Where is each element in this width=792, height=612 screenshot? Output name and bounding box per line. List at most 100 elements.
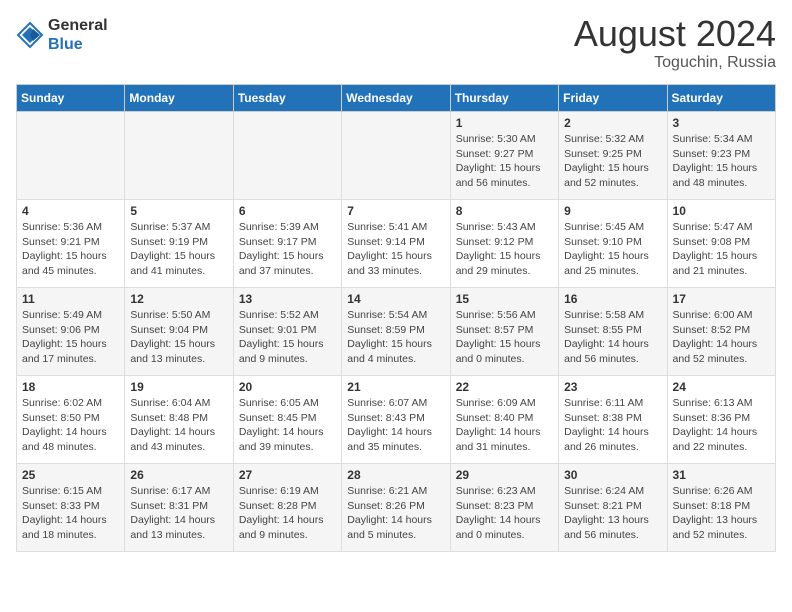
col-monday: Monday xyxy=(125,85,233,112)
day-info: Sunrise: 6:05 AMSunset: 8:45 PMDaylight:… xyxy=(239,396,336,455)
col-sunday: Sunday xyxy=(17,85,125,112)
day-info: Sunrise: 6:15 AMSunset: 8:33 PMDaylight:… xyxy=(22,484,119,543)
day-cell: 6Sunrise: 5:39 AMSunset: 9:17 PMDaylight… xyxy=(233,200,341,288)
calendar-header: Sunday Monday Tuesday Wednesday Thursday… xyxy=(17,85,776,112)
day-cell: 15 Sunrise: 5:56 AMSunset: 8:57 PMDayligh… xyxy=(450,288,558,376)
day-number: 6 xyxy=(239,204,336,218)
day-cell: 4 Sunrise: 5:36 AMSunset: 9:21 PMDaylight… xyxy=(17,200,125,288)
day-cell: 13 Sunrise: 5:52 AMSunset: 9:01 PMDayligh… xyxy=(233,288,341,376)
day-info: Sunrise: 6:02 AMSunset: 8:50 PMDaylight:… xyxy=(22,396,119,455)
day-info: Sunrise: 6:24 AMSunset: 8:21 PMDaylight:… xyxy=(564,484,661,543)
day-number: 20 xyxy=(239,380,336,394)
day-info: Sunrise: 5:43 AMSunset: 9:12 PMDaylight:… xyxy=(456,220,553,279)
day-cell: 9Sunrise: 5:45 AMSunset: 9:10 PMDaylight… xyxy=(559,200,667,288)
day-number: 11 xyxy=(22,292,119,306)
day-number: 16 xyxy=(564,292,661,306)
day-info: Sunrise: 6:07 AMSunset: 8:43 PMDaylight:… xyxy=(347,396,444,455)
day-cell: 3 Sunrise: 5:34 AMSunset: 9:23 PMDaylight… xyxy=(667,112,775,200)
day-number: 17 xyxy=(673,292,770,306)
day-number: 28 xyxy=(347,468,444,482)
day-cell xyxy=(17,112,125,200)
day-cell: 21Sunrise: 6:07 AMSunset: 8:43 PMDayligh… xyxy=(342,376,450,464)
col-thursday: Thursday xyxy=(450,85,558,112)
header-row: Sunday Monday Tuesday Wednesday Thursday… xyxy=(17,85,776,112)
day-cell: 1 Sunrise: 5:30 AMSunset: 9:27 PMDaylight… xyxy=(450,112,558,200)
day-info: Sunrise: 6:21 AMSunset: 8:26 PMDaylight:… xyxy=(347,484,444,543)
day-cell xyxy=(342,112,450,200)
day-cell: 19Sunrise: 6:04 AMSunset: 8:48 PMDayligh… xyxy=(125,376,233,464)
day-info: Sunrise: 5:56 AMSunset: 8:57 PMDaylight:… xyxy=(456,308,553,367)
day-cell: 20 Sunrise: 6:05 AMSunset: 8:45 PMDayligh… xyxy=(233,376,341,464)
day-number: 24 xyxy=(673,380,770,394)
day-cell: 22 Sunrise: 6:09 AMSunset: 8:40 PMDayligh… xyxy=(450,376,558,464)
day-info: Sunrise: 5:32 AMSunset: 9:25 PMDaylight:… xyxy=(564,132,661,191)
day-info: Sunrise: 5:41 AMSunset: 9:14 PMDaylight:… xyxy=(347,220,444,279)
day-number: 23 xyxy=(564,380,661,394)
day-cell: 14 Sunrise: 5:54 AMSunset: 8:59 PMDayligh… xyxy=(342,288,450,376)
day-cell: 27Sunrise: 6:19 AMSunset: 8:28 PMDayligh… xyxy=(233,464,341,552)
day-number: 8 xyxy=(456,204,553,218)
day-number: 3 xyxy=(673,116,770,130)
day-number: 12 xyxy=(130,292,227,306)
day-info: Sunrise: 5:34 AMSunset: 9:23 PMDaylight:… xyxy=(673,132,770,191)
day-cell: 18 Sunrise: 6:02 AMSunset: 8:50 PMDayligh… xyxy=(17,376,125,464)
day-info: Sunrise: 6:17 AMSunset: 8:31 PMDaylight:… xyxy=(130,484,227,543)
day-number: 30 xyxy=(564,468,661,482)
day-info: Sunrise: 5:58 AMSunset: 8:55 PMDaylight:… xyxy=(564,308,661,367)
day-info: Sunrise: 5:30 AMSunset: 9:27 PMDaylight:… xyxy=(456,132,553,191)
day-info: Sunrise: 6:09 AMSunset: 8:40 PMDaylight:… xyxy=(456,396,553,455)
day-info: Sunrise: 5:54 AMSunset: 8:59 PMDaylight:… xyxy=(347,308,444,367)
day-info: Sunrise: 6:19 AMSunset: 8:28 PMDaylight:… xyxy=(239,484,336,543)
day-info: Sunrise: 6:26 AMSunset: 8:18 PMDaylight:… xyxy=(673,484,770,543)
day-info: Sunrise: 5:52 AMSunset: 9:01 PMDaylight:… xyxy=(239,308,336,367)
day-number: 5 xyxy=(130,204,227,218)
logo-general: General xyxy=(48,17,108,34)
day-number: 22 xyxy=(456,380,553,394)
page-header: General Blue August 2024 Toguchin, Russi… xyxy=(16,16,776,72)
month-year: August 2024 xyxy=(574,16,776,52)
day-info: Sunrise: 6:00 AMSunset: 8:52 PMDaylight:… xyxy=(673,308,770,367)
day-info: Sunrise: 5:47 AMSunset: 9:08 PMDaylight:… xyxy=(673,220,770,279)
day-cell: 2 Sunrise: 5:32 AMSunset: 9:25 PMDaylight… xyxy=(559,112,667,200)
day-number: 4 xyxy=(22,204,119,218)
day-cell: 7Sunrise: 5:41 AMSunset: 9:14 PMDaylight… xyxy=(342,200,450,288)
day-number: 31 xyxy=(673,468,770,482)
week-row-4: 18 Sunrise: 6:02 AMSunset: 8:50 PMDayligh… xyxy=(17,376,776,464)
day-info: Sunrise: 6:04 AMSunset: 8:48 PMDaylight:… xyxy=(130,396,227,455)
day-info: Sunrise: 6:11 AMSunset: 8:38 PMDaylight:… xyxy=(564,396,661,455)
day-info: Sunrise: 5:45 AMSunset: 9:10 PMDaylight:… xyxy=(564,220,661,279)
calendar-body: 1 Sunrise: 5:30 AMSunset: 9:27 PMDaylight… xyxy=(17,112,776,552)
day-number: 1 xyxy=(456,116,553,130)
day-cell: 30 Sunrise: 6:24 AMSunset: 8:21 PMDayligh… xyxy=(559,464,667,552)
day-cell xyxy=(233,112,341,200)
day-cell: 8 Sunrise: 5:43 AMSunset: 9:12 PMDaylight… xyxy=(450,200,558,288)
col-tuesday: Tuesday xyxy=(233,85,341,112)
day-number: 29 xyxy=(456,468,553,482)
day-number: 2 xyxy=(564,116,661,130)
day-cell: 26 Sunrise: 6:17 AMSunset: 8:31 PMDayligh… xyxy=(125,464,233,552)
day-cell: 11 Sunrise: 5:49 AMSunset: 9:06 PMDayligh… xyxy=(17,288,125,376)
logo-text: General Blue xyxy=(48,16,108,54)
week-row-5: 25 Sunrise: 6:15 AMSunset: 8:33 PMDayligh… xyxy=(17,464,776,552)
day-number: 14 xyxy=(347,292,444,306)
week-row-2: 4 Sunrise: 5:36 AMSunset: 9:21 PMDaylight… xyxy=(17,200,776,288)
day-cell: 29 Sunrise: 6:23 AMSunset: 8:23 PMDayligh… xyxy=(450,464,558,552)
day-number: 13 xyxy=(239,292,336,306)
day-number: 26 xyxy=(130,468,227,482)
day-cell: 12Sunrise: 5:50 AMSunset: 9:04 PMDayligh… xyxy=(125,288,233,376)
day-cell: 23 Sunrise: 6:11 AMSunset: 8:38 PMDayligh… xyxy=(559,376,667,464)
day-cell: 31 Sunrise: 6:26 AMSunset: 8:18 PMDayligh… xyxy=(667,464,775,552)
location: Toguchin, Russia xyxy=(574,54,776,72)
day-info: Sunrise: 5:49 AMSunset: 9:06 PMDaylight:… xyxy=(22,308,119,367)
title-block: August 2024 Toguchin, Russia xyxy=(574,16,776,72)
col-saturday: Saturday xyxy=(667,85,775,112)
day-info: Sunrise: 5:36 AMSunset: 9:21 PMDaylight:… xyxy=(22,220,119,279)
day-cell: 5Sunrise: 5:37 AMSunset: 9:19 PMDaylight… xyxy=(125,200,233,288)
day-info: Sunrise: 6:23 AMSunset: 8:23 PMDaylight:… xyxy=(456,484,553,543)
day-number: 15 xyxy=(456,292,553,306)
day-number: 25 xyxy=(22,468,119,482)
day-cell: 17 Sunrise: 6:00 AMSunset: 8:52 PMDayligh… xyxy=(667,288,775,376)
logo-blue: Blue xyxy=(48,36,83,53)
day-number: 18 xyxy=(22,380,119,394)
day-cell: 24Sunrise: 6:13 AMSunset: 8:36 PMDayligh… xyxy=(667,376,775,464)
